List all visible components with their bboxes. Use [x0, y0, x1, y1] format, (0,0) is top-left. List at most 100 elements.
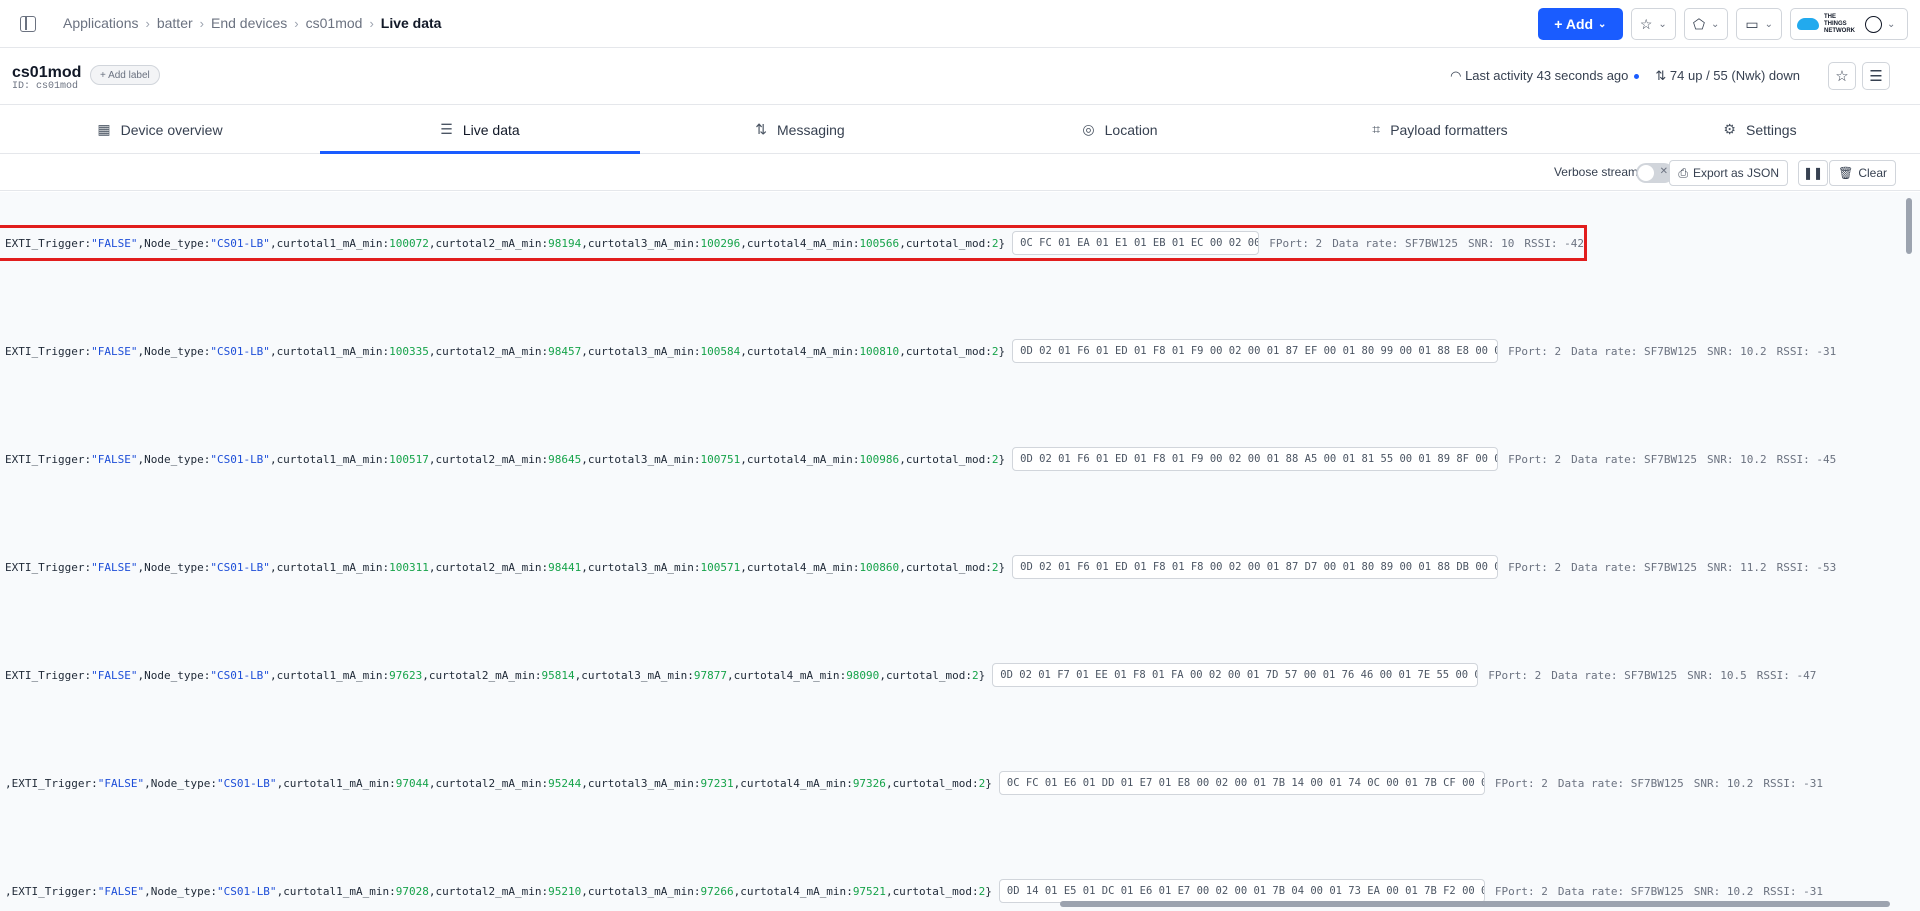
notifications-tag-button[interactable]: ⬠ ⌄	[1683, 8, 1729, 40]
snr: SNR: 10.2	[1693, 884, 1754, 898]
field-value: 100311	[389, 560, 429, 574]
code-icon: ⌗	[1372, 121, 1381, 137]
top-bar: Applications › batter › End devices › cs01m…	[0, 0, 1920, 48]
field-key: curtotal_mod	[905, 560, 986, 574]
data-rate: Data rate: SF7BW125	[1332, 236, 1459, 250]
field-value: 2	[991, 452, 999, 466]
add-label-button[interactable]: + Add label	[90, 65, 160, 85]
tab-live-data[interactable]: ☰ Live data	[320, 106, 640, 154]
tab-device-overview[interactable]: ▦ Device overview	[0, 106, 320, 153]
user-menu-button[interactable]: THE THINGS NETWORK ⌄	[1790, 8, 1908, 40]
add-button[interactable]: + Add ⌄	[1537, 8, 1623, 40]
tab-label: Device overview	[120, 121, 223, 138]
field-key: EXTI_Trigger	[11, 776, 92, 790]
message-counts-text: 74 up / 55 (Nwk) down	[1669, 68, 1800, 83]
verbose-stream-label: Verbose stream	[1553, 165, 1638, 179]
payload-bytes[interactable]: 0D 02 01 F6 01 ED 01 F8 01 F9 00 02 00 0…	[1012, 447, 1499, 471]
field-key: curtotal2_mA_min	[435, 452, 542, 466]
overview-icon: ▦	[97, 121, 111, 137]
clear-button[interactable]: 🗑 Clear	[1829, 160, 1896, 186]
rssi: RSSI: -45	[1776, 452, 1837, 466]
field-key: curtotal3_mA_min	[587, 560, 694, 574]
stream-row[interactable]: EXTI_Trigger: "FALSE", Node_type: "CS01-…	[0, 336, 1900, 366]
tab-location[interactable]: ◎ Location	[960, 106, 1280, 153]
device-activity: ◠ Last activity 43 seconds ago ⇅ 74 up /…	[1450, 68, 1800, 84]
field-key: curtotal4_mA_min	[733, 668, 840, 682]
field-key: EXTI_Trigger	[5, 668, 85, 682]
star-icon: ☆	[1835, 68, 1849, 85]
row-metadata: FPort: 2 Data rate: SF7BW125 SNR: 10 RSSI: …	[1269, 237, 1584, 250]
row-metadata: FPort: 2 Data rate: SF7BW125 SNR: 11.2 RSSI…	[1508, 561, 1836, 574]
fport: FPort: 2	[1508, 344, 1562, 358]
payload-bytes[interactable]: 0C FC 01 E6 01 DD 01 E7 01 E8 00 02 00 0…	[998, 771, 1485, 795]
sidebar-toggle-icon[interactable]	[20, 16, 36, 32]
stream-row[interactable]: , EXTI_Trigger: "FALSE", Node_type: "CS0…	[0, 768, 1900, 798]
payload-bytes[interactable]: 0C FC 01 EA 01 E1 01 EB 01 EC 00 02 00 0…	[1012, 231, 1260, 255]
last-activity-text: Last activity 43 seconds ago	[1465, 68, 1629, 83]
payload-bytes[interactable]: 0D 14 01 E5 01 DC 01 E6 01 E7 00 02 00 0…	[998, 879, 1485, 903]
chevron-down-icon: ⌄	[1658, 18, 1667, 30]
vertical-scrollbar[interactable]	[1906, 198, 1912, 254]
stream-row[interactable]: EXTI_Trigger: "FALSE", Node_type: "CS01-…	[0, 444, 1900, 474]
snr: SNR: 10.5	[1687, 668, 1747, 682]
field-value: "FALSE"	[91, 560, 138, 574]
field-value: 100860	[859, 560, 900, 574]
rssi: RSSI: -31	[1763, 776, 1823, 790]
horizontal-scrollbar[interactable]	[1060, 901, 1890, 907]
bookmark-star-button[interactable]: ☆	[1828, 62, 1856, 90]
field-value: "FALSE"	[91, 236, 138, 250]
chevron-down-icon: ⌄	[1887, 18, 1896, 30]
breadcrumb-application[interactable]: batter	[157, 15, 193, 31]
pause-button[interactable]: ❚❚	[1798, 160, 1828, 186]
stream-row[interactable]: EXTI_Trigger: "FALSE", Node_type: "CS01-…	[0, 552, 1900, 582]
breadcrumb-device[interactable]: cs01mod	[306, 15, 363, 31]
field-value: "FALSE"	[91, 452, 138, 466]
signal-icon: ◠	[1450, 68, 1466, 83]
field-value: "CS01-LB"	[210, 560, 270, 574]
field-value: 97623	[389, 668, 423, 682]
export-json-label: Export as JSON	[1692, 166, 1779, 180]
verbose-stream-toggle[interactable]	[1636, 163, 1674, 183]
list-icon: ☰	[440, 121, 453, 137]
chevron-right-icon: ›	[294, 15, 299, 31]
field-value: 95244	[548, 776, 582, 790]
field-value: "FALSE"	[91, 344, 138, 358]
field-key: Node_type	[144, 344, 204, 358]
field-key: curtotal1_mA_min	[283, 776, 390, 790]
export-json-button[interactable]: ⎙ Export as JSON	[1669, 160, 1788, 186]
live-data-stream[interactable]: EXTI_Trigger: "FALSE", Node_type: "CS01-…	[0, 192, 1920, 911]
breadcrumb-applications[interactable]: Applications	[63, 15, 139, 31]
tab-payload-formatters[interactable]: ⌗ Payload formatters	[1280, 106, 1600, 153]
field-key: curtotal4_mA_min	[746, 236, 853, 250]
field-value: 98441	[548, 560, 582, 574]
stream-row[interactable]: EXTI_Trigger: "FALSE", Node_type: "CS01-…	[0, 225, 1587, 261]
payload-bytes[interactable]: 0D 02 01 F7 01 EE 01 F8 01 FA 00 02 00 0…	[992, 663, 1479, 687]
field-value: 100986	[859, 452, 900, 466]
field-key: curtotal1_mA_min	[276, 668, 383, 682]
field-key: curtotal4_mA_min	[746, 452, 853, 466]
message-counts: ⇅ 74 up / 55 (Nwk) down	[1655, 68, 1800, 84]
tab-label: Location	[1104, 121, 1158, 138]
breadcrumb-current: Live data	[380, 15, 442, 31]
field-key: EXTI_Trigger	[11, 884, 92, 898]
payload-bytes[interactable]: 0D 02 01 F6 01 ED 01 F8 01 F8 00 02 00 0…	[1012, 555, 1499, 579]
payload-bytes[interactable]: 0D 02 01 F6 01 ED 01 F8 01 F9 00 02 00 0…	[1012, 339, 1499, 363]
field-key: curtotal1_mA_min	[276, 560, 383, 574]
tab-messaging[interactable]: ⇅ Messaging	[640, 106, 960, 153]
device-name: cs01mod	[12, 64, 82, 81]
inbox-button[interactable]: ▭ ⌄	[1736, 8, 1782, 40]
stream-row[interactable]: EXTI_Trigger: "FALSE", Node_type: "CS01-…	[0, 660, 1900, 690]
device-menu-button[interactable]: ☰	[1862, 62, 1890, 90]
chevron-right-icon: ›	[369, 15, 374, 31]
hamburger-menu-icon: ☰	[1869, 68, 1883, 85]
field-value: 100751	[700, 452, 741, 466]
field-value: "CS01-LB"	[210, 236, 270, 250]
snr: SNR: 10.2	[1707, 452, 1767, 466]
field-value: 98457	[548, 344, 582, 358]
snr: SNR: 11.2	[1707, 560, 1767, 574]
breadcrumb-end-devices[interactable]: End devices	[211, 15, 287, 31]
rssi: RSSI: -47	[1756, 668, 1817, 682]
bookmarks-button[interactable]: ☆ ⌄	[1630, 8, 1676, 40]
field-value: 97044	[395, 776, 429, 790]
tab-settings[interactable]: ⚙ Settings	[1600, 106, 1920, 153]
